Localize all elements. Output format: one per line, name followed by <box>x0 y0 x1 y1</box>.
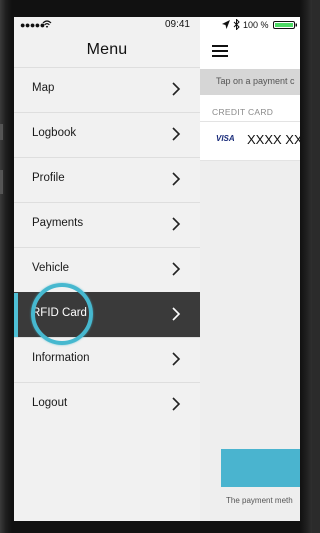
menu-item-profile[interactable]: Profile <box>14 157 200 202</box>
section-label: CREDIT CARD <box>212 107 274 117</box>
menu-item-label: Profile <box>32 172 65 184</box>
menu-item-label: Map <box>32 82 55 94</box>
tap-highlight-circle <box>31 283 93 345</box>
info-bar: Tap on a payment c <box>200 69 300 95</box>
hamburger-icon[interactable] <box>212 45 228 57</box>
menu-drawer: ●●●●● 09:41 Menu Map Logbook Profile Pay… <box>14 17 200 521</box>
visa-icon: VISA <box>216 134 235 143</box>
payments-page: 100 % Tap on a payment c CREDIT CARD VIS… <box>200 17 300 521</box>
status-bar-right: 100 % <box>200 17 300 33</box>
screen: 100 % Tap on a payment c CREDIT CARD VIS… <box>14 17 300 521</box>
menu-item-payments[interactable]: Payments <box>14 202 200 247</box>
menu-item-label: Logout <box>32 397 68 409</box>
side-button <box>0 170 3 194</box>
chevron-right-icon <box>172 352 181 366</box>
menu-item-information[interactable]: Information <box>14 337 200 382</box>
credit-card-row[interactable]: VISA XXXX XX <box>200 121 300 161</box>
bluetooth-icon <box>233 19 240 30</box>
wifi-icon <box>42 20 52 28</box>
menu-item-logout[interactable]: Logout <box>14 382 200 427</box>
menu-item-label: Information <box>32 352 90 364</box>
card-number: XXXX XX <box>247 132 300 147</box>
chevron-right-icon <box>172 307 181 321</box>
chevron-right-icon <box>172 262 181 276</box>
footnote: The payment meth <box>226 496 293 505</box>
add-payment-button[interactable] <box>221 449 300 487</box>
menu-item-label: Payments <box>32 217 84 229</box>
battery-percent: 100 % <box>243 20 269 30</box>
menu-item-label: Vehicle <box>32 262 70 274</box>
chevron-right-icon <box>172 127 181 141</box>
chevron-right-icon <box>172 172 181 186</box>
chevron-right-icon <box>172 397 181 411</box>
menu-title: Menu <box>86 41 128 58</box>
menu-item-map[interactable]: Map <box>14 67 200 112</box>
info-text: Tap on a payment c <box>216 76 295 86</box>
signal-strength: ●●●●● <box>20 20 45 30</box>
status-bar-left: ●●●●● 09:41 <box>14 17 200 33</box>
menu-list: Map Logbook Profile Payments Vehicle RFI… <box>14 67 200 427</box>
location-arrow-icon <box>222 20 230 29</box>
chevron-right-icon <box>172 82 181 96</box>
active-indicator <box>14 293 18 338</box>
menu-item-vehicle[interactable]: Vehicle <box>14 247 200 292</box>
side-button <box>0 124 3 140</box>
battery-icon <box>273 21 297 29</box>
status-time: 09:41 <box>164 19 190 30</box>
menu-item-label: Logbook <box>32 127 77 139</box>
menu-item-logbook[interactable]: Logbook <box>14 112 200 157</box>
chevron-right-icon <box>172 217 181 231</box>
